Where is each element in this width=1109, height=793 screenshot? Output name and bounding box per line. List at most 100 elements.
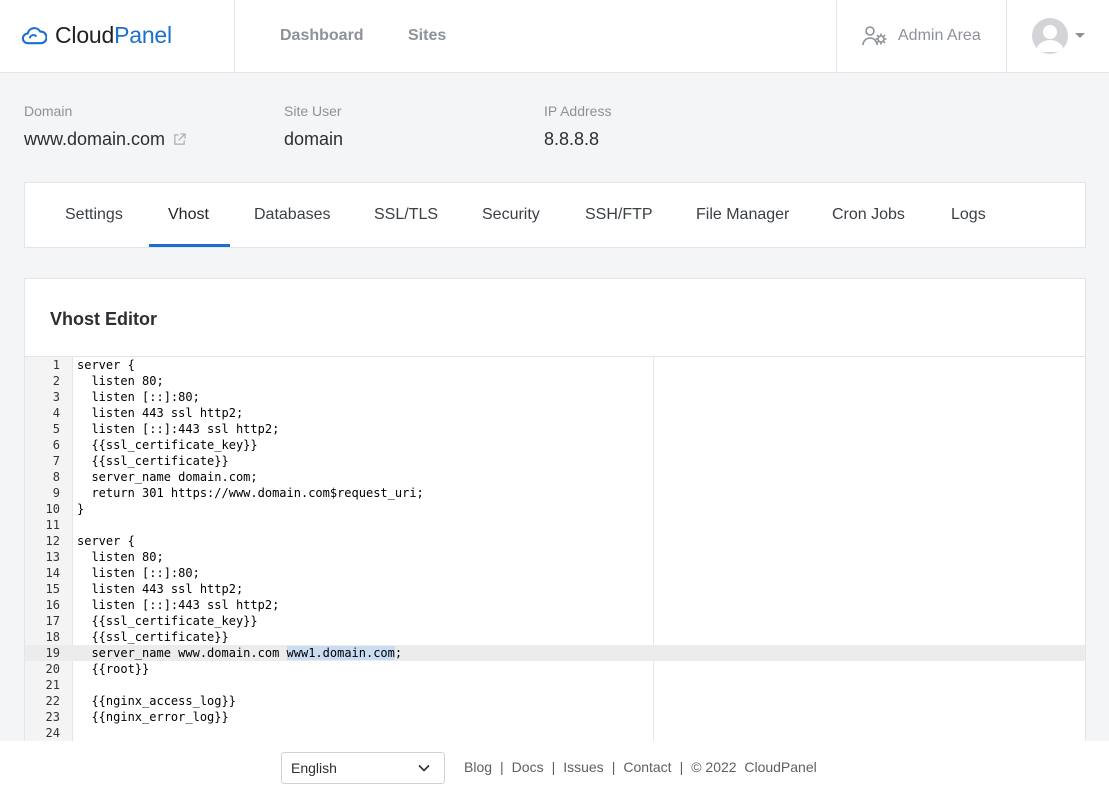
nav-dashboard[interactable]: Dashboard — [280, 27, 364, 45]
top-navbar: CloudPanel Dashboard Sites Admin Area — [0, 0, 1109, 73]
line-number: 6 — [52, 438, 60, 452]
code-text[interactable]: {{ssl_certificate_key}} — [77, 613, 257, 629]
line-number: 1 — [52, 358, 60, 372]
code-text[interactable]: listen 443 ssl http2; — [77, 405, 243, 421]
code-line[interactable]: 6 {{ssl_certificate_key}} — [25, 437, 1085, 453]
code-line[interactable]: 3 listen [::]:80; — [25, 389, 1085, 405]
code-text[interactable]: return 301 https://www.domain.com$reques… — [77, 485, 423, 501]
code-text[interactable]: server_name www.domain.com www1.domain.c… — [77, 645, 402, 661]
code-line[interactable]: 4 listen 443 ssl http2; — [25, 405, 1085, 421]
footer: English Blog | Docs | Issues | Contact |… — [0, 741, 1109, 793]
code-editor[interactable]: 1 server {2 listen 80; 3 listen [::]:80; 4 … — [25, 357, 1085, 747]
nav-sites[interactable]: Sites — [408, 27, 446, 45]
code-line[interactable]: 9 return 301 https://www.domain.com$requ… — [25, 485, 1085, 501]
code-line[interactable]: 20 {{root}} — [25, 661, 1085, 677]
code-line[interactable]: 18 {{ssl_certificate}} — [25, 629, 1085, 645]
line-number: 14 — [45, 566, 60, 580]
user-avatar[interactable] — [1032, 18, 1068, 54]
tab-ssl-tls[interactable]: SSL/TLS — [374, 206, 438, 224]
link-separator: | — [611, 759, 616, 775]
code-text[interactable]: {{ssl_certificate_key}} — [77, 437, 257, 453]
code-line[interactable]: 13 listen 80; — [25, 549, 1085, 565]
line-number: 19 — [45, 646, 60, 660]
copyright: © 2022 CloudPanel — [691, 759, 817, 775]
ip-address-label: IP Address — [544, 103, 612, 119]
chevron-down-icon[interactable] — [1075, 33, 1085, 38]
code-line[interactable]: 11 — [25, 517, 1085, 533]
footer-links: Blog | Docs | Issues | Contact | © 2022 … — [464, 759, 817, 775]
tab-security[interactable]: Security — [482, 206, 540, 224]
code-line[interactable]: 23 {{nginx_error_log}} — [25, 709, 1085, 725]
active-tab-indicator — [149, 244, 230, 247]
nav-divider — [234, 0, 235, 72]
code-line[interactable]: 7 {{ssl_certificate}} — [25, 453, 1085, 469]
tab-ssh-ftp[interactable]: SSH/FTP — [585, 206, 653, 224]
line-number: 16 — [45, 598, 60, 612]
footer-link-blog[interactable]: Blog — [464, 759, 492, 775]
line-number: 13 — [45, 550, 60, 564]
domain-value[interactable]: www.domain.com — [24, 129, 165, 150]
line-number: 10 — [45, 502, 60, 516]
code-text[interactable]: server_name domain.com; — [77, 469, 257, 485]
language-select[interactable]: English — [281, 752, 445, 784]
code-text[interactable]: listen [::]:80; — [77, 565, 199, 581]
code-line[interactable]: 5 listen [::]:443 ssl http2; — [25, 421, 1085, 437]
language-selected: English — [291, 760, 337, 776]
code-line[interactable]: 19 server_name www.domain.com www1.domai… — [25, 645, 1085, 661]
code-line[interactable]: 17 {{ssl_certificate_key}} — [25, 613, 1085, 629]
code-line[interactable]: 10} — [25, 501, 1085, 517]
external-link-icon[interactable] — [173, 133, 186, 146]
code-text[interactable]: {{nginx_access_log}} — [77, 693, 236, 709]
code-text[interactable]: {{root}} — [77, 661, 149, 677]
link-separator: | — [679, 759, 684, 775]
nav-divider — [836, 0, 837, 72]
code-text[interactable]: listen 80; — [77, 373, 163, 389]
tab-settings[interactable]: Settings — [65, 206, 123, 224]
code-text[interactable]: listen [::]:80; — [77, 389, 199, 405]
line-number: 5 — [52, 422, 60, 436]
editor-lines[interactable]: 1 server {2 listen 80; 3 listen [::]:80; 4 … — [25, 357, 1085, 741]
tab-databases[interactable]: Databases — [254, 206, 331, 224]
footer-link-docs[interactable]: Docs — [512, 759, 544, 775]
brand-logo[interactable]: CloudPanel — [20, 20, 172, 50]
code-text[interactable]: listen 80; — [77, 549, 163, 565]
code-text[interactable]: server { — [77, 357, 135, 373]
code-line[interactable]: 22 {{nginx_access_log}} — [25, 693, 1085, 709]
line-number: 12 — [45, 534, 60, 548]
line-number: 8 — [52, 470, 60, 484]
line-number: 7 — [52, 454, 60, 468]
admin-area-label: Admin Area — [898, 27, 981, 44]
line-number: 3 — [52, 390, 60, 404]
tab-file-manager[interactable]: File Manager — [696, 206, 789, 224]
code-line[interactable]: 16 listen [::]:443 ssl http2; — [25, 597, 1085, 613]
code-text[interactable]: server { — [77, 533, 135, 549]
code-line[interactable]: 1 server { — [25, 357, 1085, 373]
domain-info: Domain www.domain.com — [24, 103, 186, 150]
footer-link-contact[interactable]: Contact — [623, 759, 671, 775]
tab-vhost[interactable]: Vhost — [168, 206, 209, 224]
code-text[interactable]: listen [::]:443 ssl http2; — [77, 597, 279, 613]
footer-link-issues[interactable]: Issues — [563, 759, 603, 775]
line-number: 17 — [45, 614, 60, 628]
chevron-down-icon — [418, 764, 430, 772]
code-text[interactable]: {{nginx_error_log}} — [77, 709, 228, 725]
code-line[interactable]: 15 listen 443 ssl http2; — [25, 581, 1085, 597]
code-line[interactable]: 21 — [25, 677, 1085, 693]
tab-logs[interactable]: Logs — [951, 206, 986, 224]
code-text[interactable]: listen [::]:443 ssl http2; — [77, 421, 279, 437]
code-line[interactable]: 8 server_name domain.com; — [25, 469, 1085, 485]
line-number: 20 — [45, 662, 60, 676]
code-text[interactable]: listen 443 ssl http2; — [77, 581, 243, 597]
code-text[interactable]: {{ssl_certificate}} — [77, 453, 228, 469]
code-line[interactable]: 12 server { — [25, 533, 1085, 549]
code-text[interactable]: {{ssl_certificate}} — [77, 629, 228, 645]
code-line[interactable]: 14 listen [::]:80; — [25, 565, 1085, 581]
tab-cron-jobs[interactable]: Cron Jobs — [832, 206, 905, 224]
code-line[interactable]: 2 listen 80; — [25, 373, 1085, 389]
ip-address-value: 8.8.8.8 — [544, 129, 600, 149]
code-line[interactable]: 24 — [25, 725, 1085, 741]
link-separator: | — [500, 759, 504, 775]
code-text[interactable]: } — [77, 501, 84, 517]
vhost-editor-card: Vhost Editor 1 server {2 listen 80; 3 list… — [24, 278, 1086, 748]
admin-area-link[interactable]: Admin Area — [862, 25, 981, 47]
